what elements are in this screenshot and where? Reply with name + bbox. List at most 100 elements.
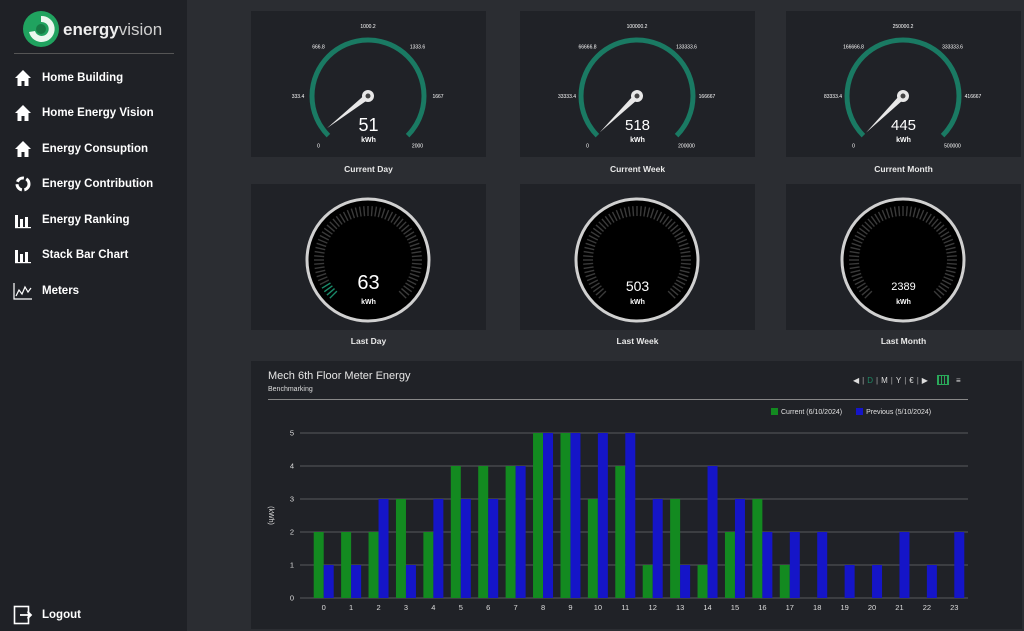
bar-previous[interactable] xyxy=(872,565,883,598)
bar-current[interactable] xyxy=(560,433,571,598)
gauge-tick-label: 416667 xyxy=(965,94,982,100)
bar-previous[interactable] xyxy=(405,565,416,598)
bar-previous[interactable] xyxy=(789,532,800,598)
bar-previous[interactable] xyxy=(488,499,499,598)
bar-previous[interactable] xyxy=(378,499,389,598)
y-tick-label: 5 xyxy=(290,429,294,438)
x-tick-label: 0 xyxy=(322,603,326,612)
bar-current[interactable] xyxy=(533,433,544,598)
bar-current[interactable] xyxy=(587,499,598,598)
y-tick-label: 2 xyxy=(290,528,294,537)
bar-previous[interactable] xyxy=(597,433,608,598)
bar-previous[interactable] xyxy=(762,532,773,598)
bar-current[interactable] xyxy=(478,466,489,598)
bar-previous[interactable] xyxy=(433,499,444,598)
arc-gauge: 0 33333.4 66666.8 100000.2 133333.6 166667 200… xyxy=(558,24,716,149)
gauge-tick-label: 666.8 xyxy=(312,45,325,51)
bar-previous[interactable] xyxy=(543,433,554,598)
bar-previous[interactable] xyxy=(844,565,855,598)
sidebar-item-energy-consuption[interactable]: Energy Consuption xyxy=(0,131,187,167)
dial-tick xyxy=(411,262,422,265)
logout-button[interactable]: Logout xyxy=(12,604,81,626)
bar-previous[interactable] xyxy=(707,466,718,598)
bar-previous[interactable] xyxy=(954,532,965,598)
sidebar-item-home-building[interactable]: Home Building xyxy=(0,60,187,96)
bar-previous[interactable] xyxy=(734,499,745,598)
gauge-label: Current Day xyxy=(344,164,393,174)
bar-current[interactable] xyxy=(341,532,352,598)
line-chart-icon xyxy=(12,280,34,302)
bar-previous[interactable] xyxy=(817,532,828,598)
sidebar-item-meters[interactable]: Meters xyxy=(0,273,187,309)
gauge-tick-label: 83333.4 xyxy=(824,94,842,100)
gauge-label: Current Week xyxy=(609,164,666,174)
sidebar-item-energy-contribution[interactable]: Energy Contribution xyxy=(0,167,187,203)
dial-label: Last Week xyxy=(616,336,659,346)
gauge-tick-label: 133333.6 xyxy=(676,45,697,51)
gauge-tick-label: 333333.6 xyxy=(942,45,963,51)
sidebar-item-energy-ranking[interactable]: Energy Ranking xyxy=(0,202,187,238)
bar-previous[interactable] xyxy=(625,433,636,598)
bar-current[interactable] xyxy=(752,499,763,598)
dial-tick xyxy=(849,255,860,258)
x-tick-label: 15 xyxy=(731,603,739,612)
bar-current[interactable] xyxy=(450,466,461,598)
bar-previous[interactable] xyxy=(680,565,691,598)
dial-tick xyxy=(680,262,691,265)
bar-previous[interactable] xyxy=(351,565,362,598)
bar-previous[interactable] xyxy=(926,565,937,598)
bar-previous[interactable] xyxy=(515,466,526,598)
sidebar-item-label: Home Building xyxy=(42,71,124,84)
bar-previous[interactable] xyxy=(899,532,910,598)
dial-value: 2389 xyxy=(891,281,916,293)
x-tick-label: 19 xyxy=(840,603,848,612)
gauge-tick-label: 33333.4 xyxy=(558,94,576,100)
gauge-hub-center xyxy=(365,93,371,99)
gauge-value: 518 xyxy=(624,117,651,134)
gauge-tick-label: 500000 xyxy=(944,143,961,149)
dial-tick xyxy=(411,255,422,258)
bar-current[interactable] xyxy=(779,565,790,598)
bar-previous[interactable] xyxy=(323,565,334,598)
bar-previous[interactable] xyxy=(460,499,471,598)
gauge-tick-label: 1667 xyxy=(432,94,443,100)
dial-tick xyxy=(583,262,594,265)
bar-current[interactable] xyxy=(368,532,379,598)
brand-logo[interactable]: energyvision xyxy=(22,10,182,48)
gauge-card-current-week: 0 33333.4 66666.8 100000.2 133333.6 166667 200… xyxy=(520,11,755,157)
x-tick-label: 2 xyxy=(376,603,380,612)
bar-current[interactable] xyxy=(423,532,434,598)
bar-current[interactable] xyxy=(615,466,626,598)
dial-value: 503 xyxy=(625,278,650,294)
bar-current[interactable] xyxy=(395,499,406,598)
bar-current[interactable] xyxy=(505,466,516,598)
dial-tick xyxy=(849,262,860,265)
bar-current[interactable] xyxy=(642,565,653,598)
dial-tick xyxy=(370,206,373,217)
bar-previous[interactable] xyxy=(570,433,581,598)
dial-tick xyxy=(639,206,642,217)
bar-current[interactable] xyxy=(313,532,324,598)
sidebar-item-label: Energy Consuption xyxy=(42,142,149,155)
bar-current[interactable] xyxy=(670,499,681,598)
sidebar-item-stack-bar-chart[interactable]: Stack Bar Chart xyxy=(0,238,187,274)
gauge-unit: kWh xyxy=(361,137,376,144)
x-tick-label: 10 xyxy=(594,603,602,612)
home-icon xyxy=(12,138,34,160)
sidebar-item-home-energy-vision[interactable]: Home Energy Vision xyxy=(0,96,187,132)
brand-name: energyvision xyxy=(63,20,163,39)
y-tick-label: 0 xyxy=(290,594,294,603)
bar-current[interactable] xyxy=(697,565,708,598)
gauge-hub-center xyxy=(634,93,640,99)
y-tick-label: 4 xyxy=(290,462,294,471)
x-tick-label: 12 xyxy=(649,603,657,612)
dial-tick xyxy=(905,206,908,217)
sidebar-item-label: Energy Ranking xyxy=(42,213,130,226)
gauge-unit: kWh xyxy=(896,137,911,144)
dial-label: Last Day xyxy=(350,336,387,346)
home-icon xyxy=(12,102,34,124)
bar-current[interactable] xyxy=(724,532,735,598)
bar-previous[interactable] xyxy=(652,499,663,598)
gauge-value: 445 xyxy=(890,117,917,134)
x-tick-label: 16 xyxy=(758,603,766,612)
